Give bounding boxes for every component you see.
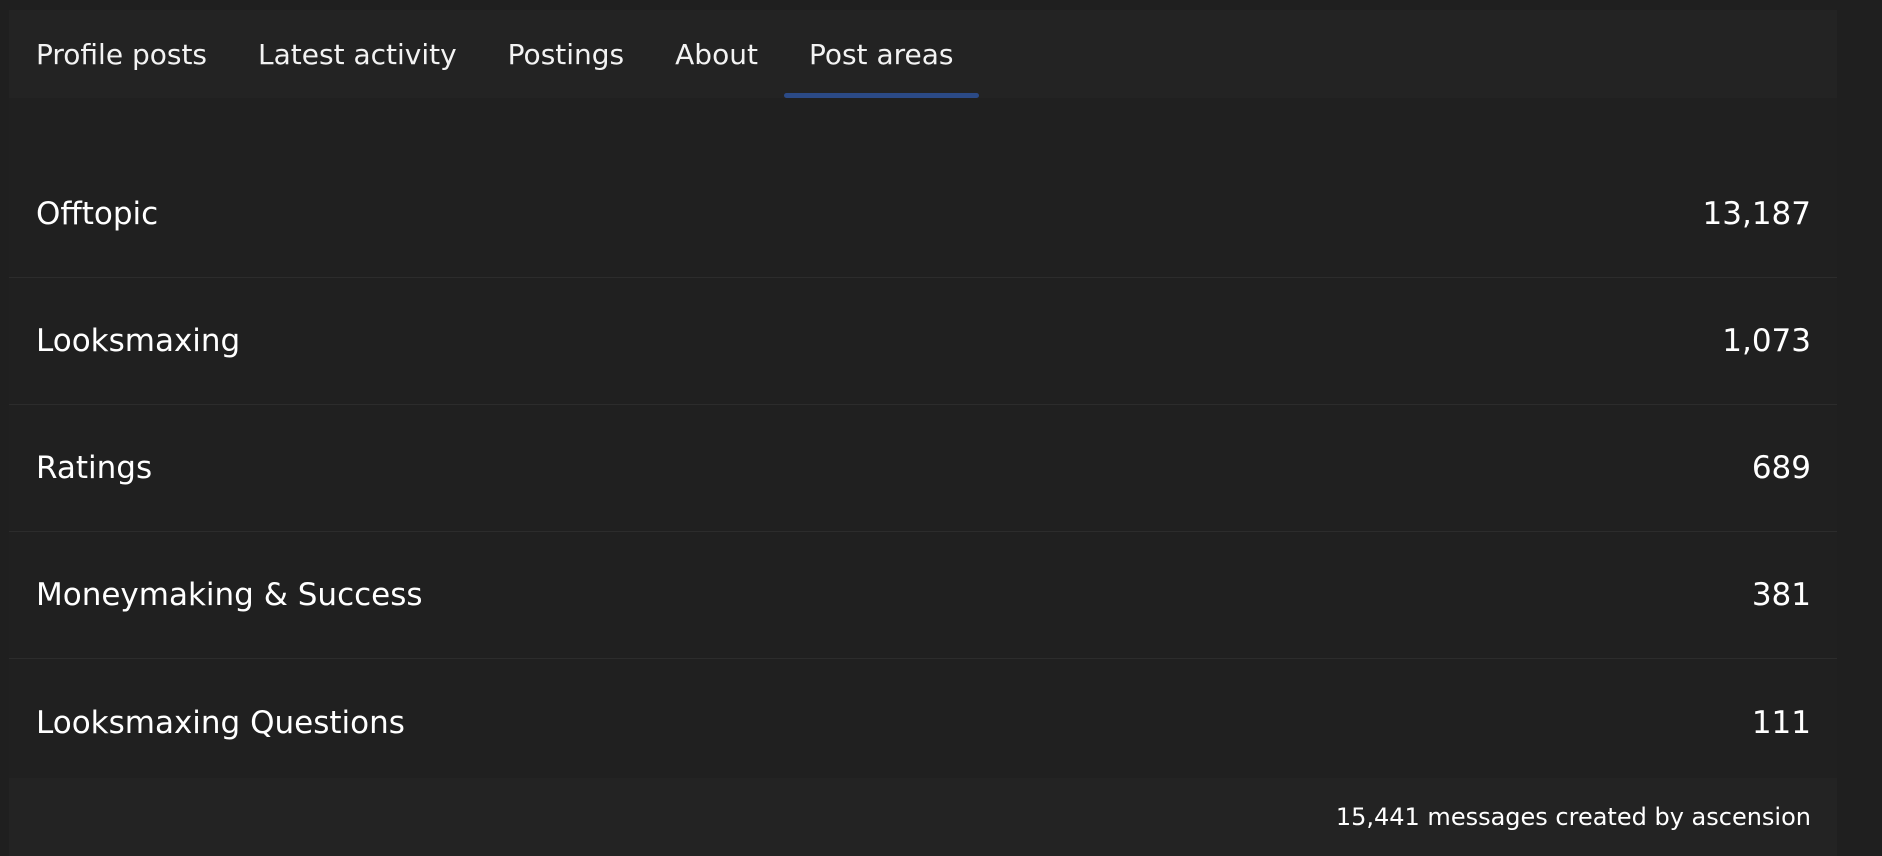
post-area-name[interactable]: Looksmaxing bbox=[36, 323, 240, 359]
post-area-count: 111 bbox=[1751, 704, 1811, 741]
list-item: Looksmaxing Questions 111 bbox=[9, 659, 1837, 786]
messages-summary: 15,441 messages created by ascension bbox=[9, 778, 1837, 856]
tab-post-areas[interactable]: Post areas bbox=[784, 10, 979, 98]
list-item: Ratings 689 bbox=[9, 405, 1837, 532]
profile-tabs: Profile posts Latest activity Postings A… bbox=[9, 10, 1837, 98]
tab-about[interactable]: About bbox=[675, 10, 758, 98]
post-area-count: 1,073 bbox=[1722, 323, 1811, 359]
post-area-name[interactable]: Moneymaking & Success bbox=[36, 577, 423, 613]
profile-panel: Profile posts Latest activity Postings A… bbox=[9, 10, 1837, 856]
list-item: Looksmaxing 1,073 bbox=[9, 278, 1837, 405]
tab-postings[interactable]: Postings bbox=[508, 10, 624, 98]
post-area-name[interactable]: Looksmaxing Questions bbox=[36, 705, 405, 741]
list-item: Offtopic 13,187 bbox=[9, 150, 1837, 278]
post-area-name[interactable]: Ratings bbox=[36, 450, 152, 486]
messages-summary-text: 15,441 messages created by ascension bbox=[1335, 803, 1811, 831]
tab-profile-posts[interactable]: Profile posts bbox=[36, 10, 207, 98]
post-area-name[interactable]: Offtopic bbox=[36, 196, 158, 232]
post-area-count: 381 bbox=[1751, 577, 1811, 613]
post-area-count: 13,187 bbox=[1702, 195, 1811, 232]
post-areas-list: Offtopic 13,187 Looksmaxing 1,073 Rating… bbox=[9, 151, 1837, 786]
post-area-count: 689 bbox=[1751, 450, 1811, 486]
list-item: Moneymaking & Success 381 bbox=[9, 532, 1837, 659]
tab-latest-activity[interactable]: Latest activity bbox=[258, 10, 457, 98]
